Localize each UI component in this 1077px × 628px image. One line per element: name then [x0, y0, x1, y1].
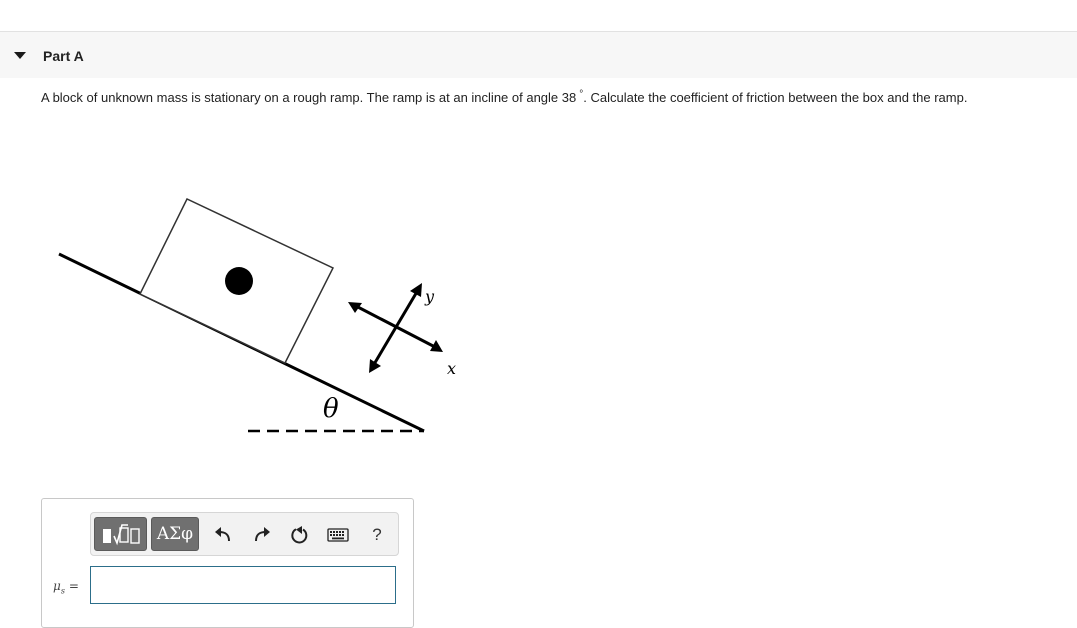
help-button[interactable]: ? — [365, 523, 389, 547]
templates-icon — [102, 524, 140, 546]
x-axis-label: x — [447, 359, 456, 378]
question-text-end: . Calculate the coefficient of friction … — [583, 90, 968, 105]
y-axis-arrow — [371, 289, 420, 367]
angle-label: θ — [323, 394, 339, 424]
question-text: A block of unknown mass is stationary on… — [41, 89, 967, 105]
redo-button[interactable] — [250, 523, 274, 547]
y-axis-label: y — [424, 287, 435, 306]
keyboard-icon — [327, 528, 349, 542]
mu-subscript: s — [60, 586, 65, 596]
keyboard-button[interactable] — [326, 523, 350, 547]
center-of-mass-dot — [225, 267, 253, 295]
answer-box: ΑΣφ ? μs = — [41, 498, 414, 628]
part-header[interactable]: Part A — [0, 32, 1077, 78]
question-text-main: A block of unknown mass is stationary on… — [41, 90, 577, 105]
equals-sign: = — [68, 579, 79, 593]
ramp-figure: θ y x — [58, 198, 456, 433]
math-toolbar: ΑΣφ ? — [90, 512, 399, 556]
undo-button[interactable] — [211, 523, 235, 547]
mu-s-label: μs = — [53, 579, 79, 595]
templates-button[interactable] — [94, 517, 147, 551]
undo-icon — [215, 527, 230, 542]
x-axis-arrow — [353, 303, 436, 349]
reset-icon — [291, 526, 308, 544]
collapse-triangle-icon[interactable] — [14, 52, 26, 59]
part-title: Part A — [43, 48, 84, 64]
symbols-button[interactable]: ΑΣφ — [151, 517, 199, 551]
answer-input[interactable] — [90, 566, 396, 604]
reset-button[interactable] — [288, 523, 312, 547]
mu-symbol: μ — [53, 579, 61, 593]
redo-icon — [255, 527, 270, 542]
